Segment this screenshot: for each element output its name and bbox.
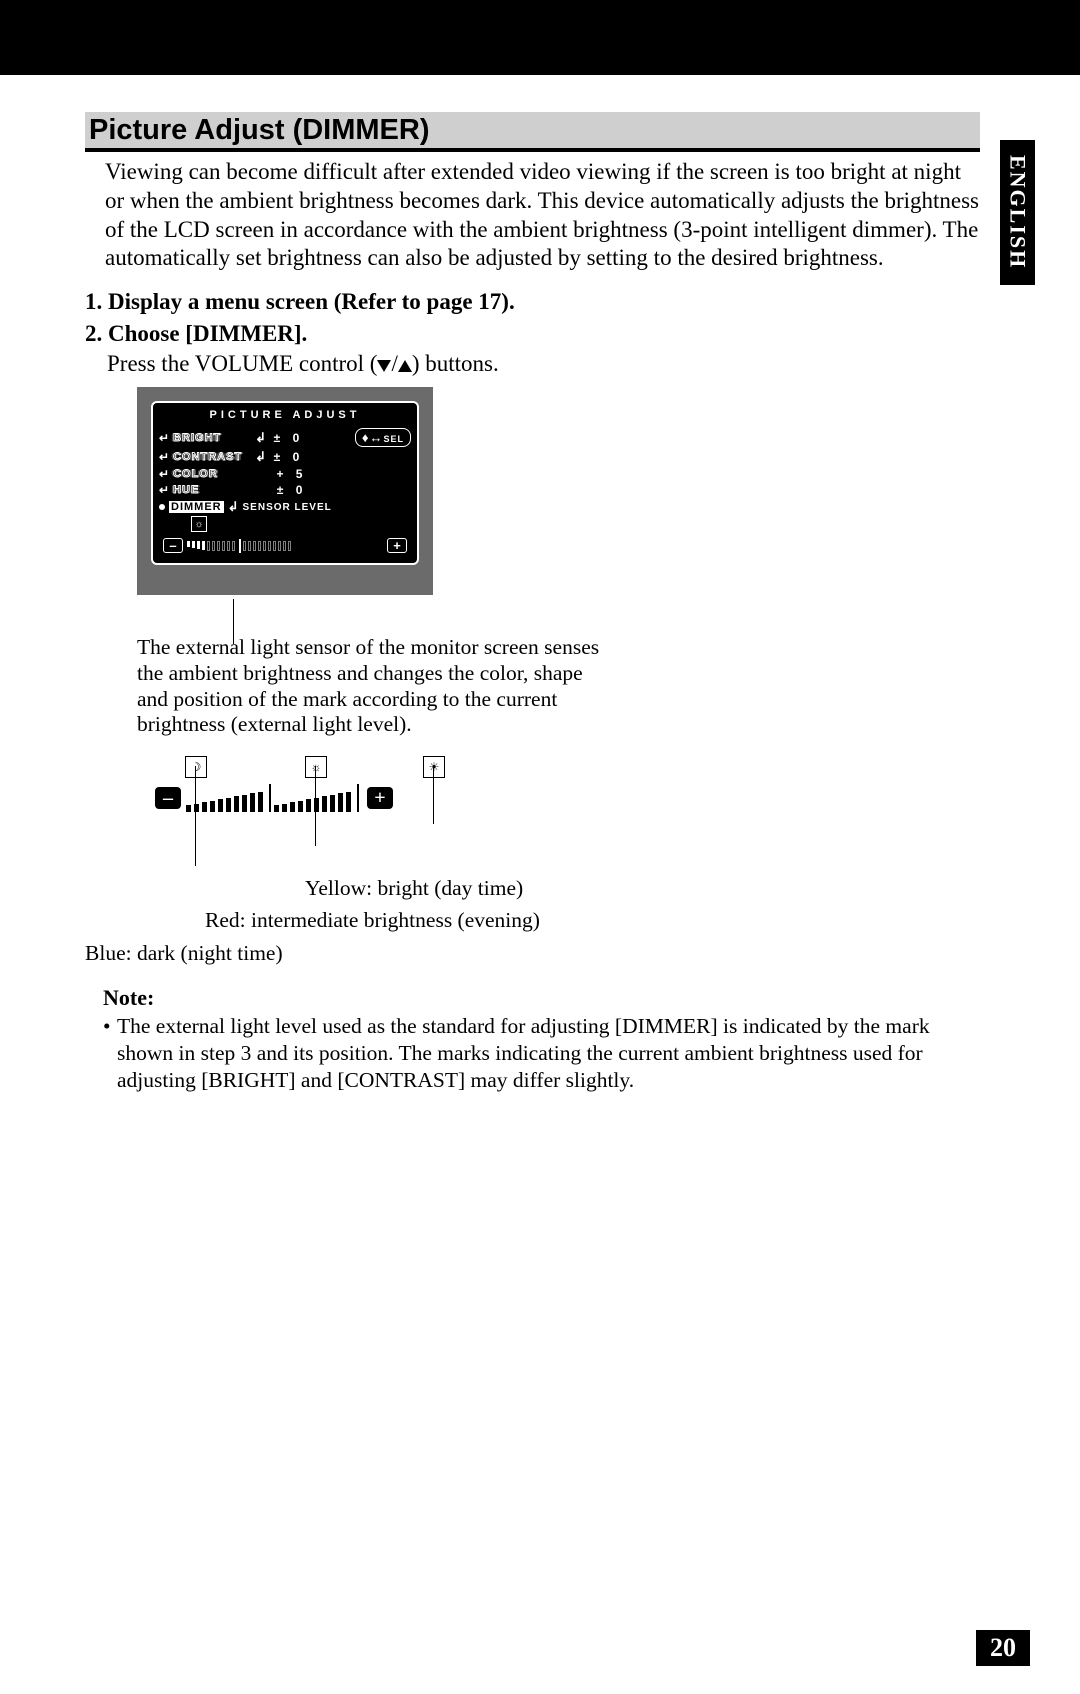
- moon-icon: ☽: [185, 756, 207, 778]
- red-legend: Red: intermediate brightness (evening): [205, 904, 980, 936]
- osd-title: PICTURE ADJUST: [159, 407, 411, 427]
- osd-row-contrast: ↵ CONTRAST ↲ ± 0: [159, 448, 411, 466]
- minus-button-large: –: [155, 787, 181, 809]
- enter-icon: ↲: [255, 430, 266, 446]
- sun-icon: ☼: [191, 516, 207, 532]
- plus-button-large: +: [367, 787, 393, 809]
- minus-button: –: [163, 538, 183, 553]
- step-2: 2. Choose [DIMMER].: [85, 321, 980, 347]
- header-black-bar: [0, 0, 1080, 75]
- section-title: Picture Adjust (DIMMER): [85, 112, 980, 152]
- page-number: 20: [976, 1630, 1030, 1666]
- return-icon: ↵: [159, 467, 169, 481]
- osd-screenshot: PICTURE ADJUST ↵ BRIGHT ↲ ± 0 ♦↔SEL ↵ CO…: [137, 387, 433, 595]
- language-tab-text: ENGLISH: [1005, 155, 1031, 269]
- note-header: Note:: [103, 985, 980, 1011]
- step-2-instruction: Press the VOLUME control (/) buttons.: [107, 351, 980, 377]
- language-tab: ENGLISH: [1000, 140, 1035, 285]
- intro-paragraph: Viewing can become difficult after exten…: [105, 158, 980, 273]
- step-1: 1. Display a menu screen (Refer to page …: [85, 289, 980, 315]
- osd-caption: The external light sensor of the monitor…: [137, 635, 617, 738]
- osd-row-hue: ↵ HUE ± 0: [159, 482, 411, 498]
- dimmer-level-diagram: ☽ ☼ ☀ – +: [155, 756, 475, 868]
- note-item: • The external light level used as the s…: [103, 1013, 980, 1094]
- osd-callout-line: [85, 599, 980, 629]
- down-arrow-icon: [377, 360, 391, 372]
- plus-button: +: [387, 538, 407, 553]
- yellow-legend: Yellow: bright (day time): [305, 872, 980, 904]
- return-icon: ↵: [159, 483, 169, 497]
- osd-row-dimmer: DIMMER ↲ SENSOR LEVEL: [159, 498, 411, 516]
- blue-legend: Blue: dark (night time): [85, 937, 980, 969]
- osd-row-color: ↵ COLOR + 5: [159, 466, 411, 482]
- bullet-icon: [159, 504, 165, 510]
- return-icon: ↵: [159, 450, 169, 464]
- osd-sel-indicator: ♦↔SEL: [355, 428, 411, 447]
- osd-row-bright: ↵ BRIGHT ↲ ± 0 ♦↔SEL: [159, 427, 411, 448]
- return-icon: ↵: [159, 431, 169, 445]
- up-arrow-icon: [398, 360, 412, 372]
- osd-level-bar: – +: [159, 534, 411, 553]
- enter-icon: ↲: [255, 449, 266, 465]
- sun-small-icon: ☼: [305, 756, 327, 778]
- sun-large-icon: ☀: [423, 756, 445, 778]
- color-legend: Yellow: bright (day time) Red: intermedi…: [85, 872, 980, 969]
- enter-icon: ↲: [228, 499, 239, 515]
